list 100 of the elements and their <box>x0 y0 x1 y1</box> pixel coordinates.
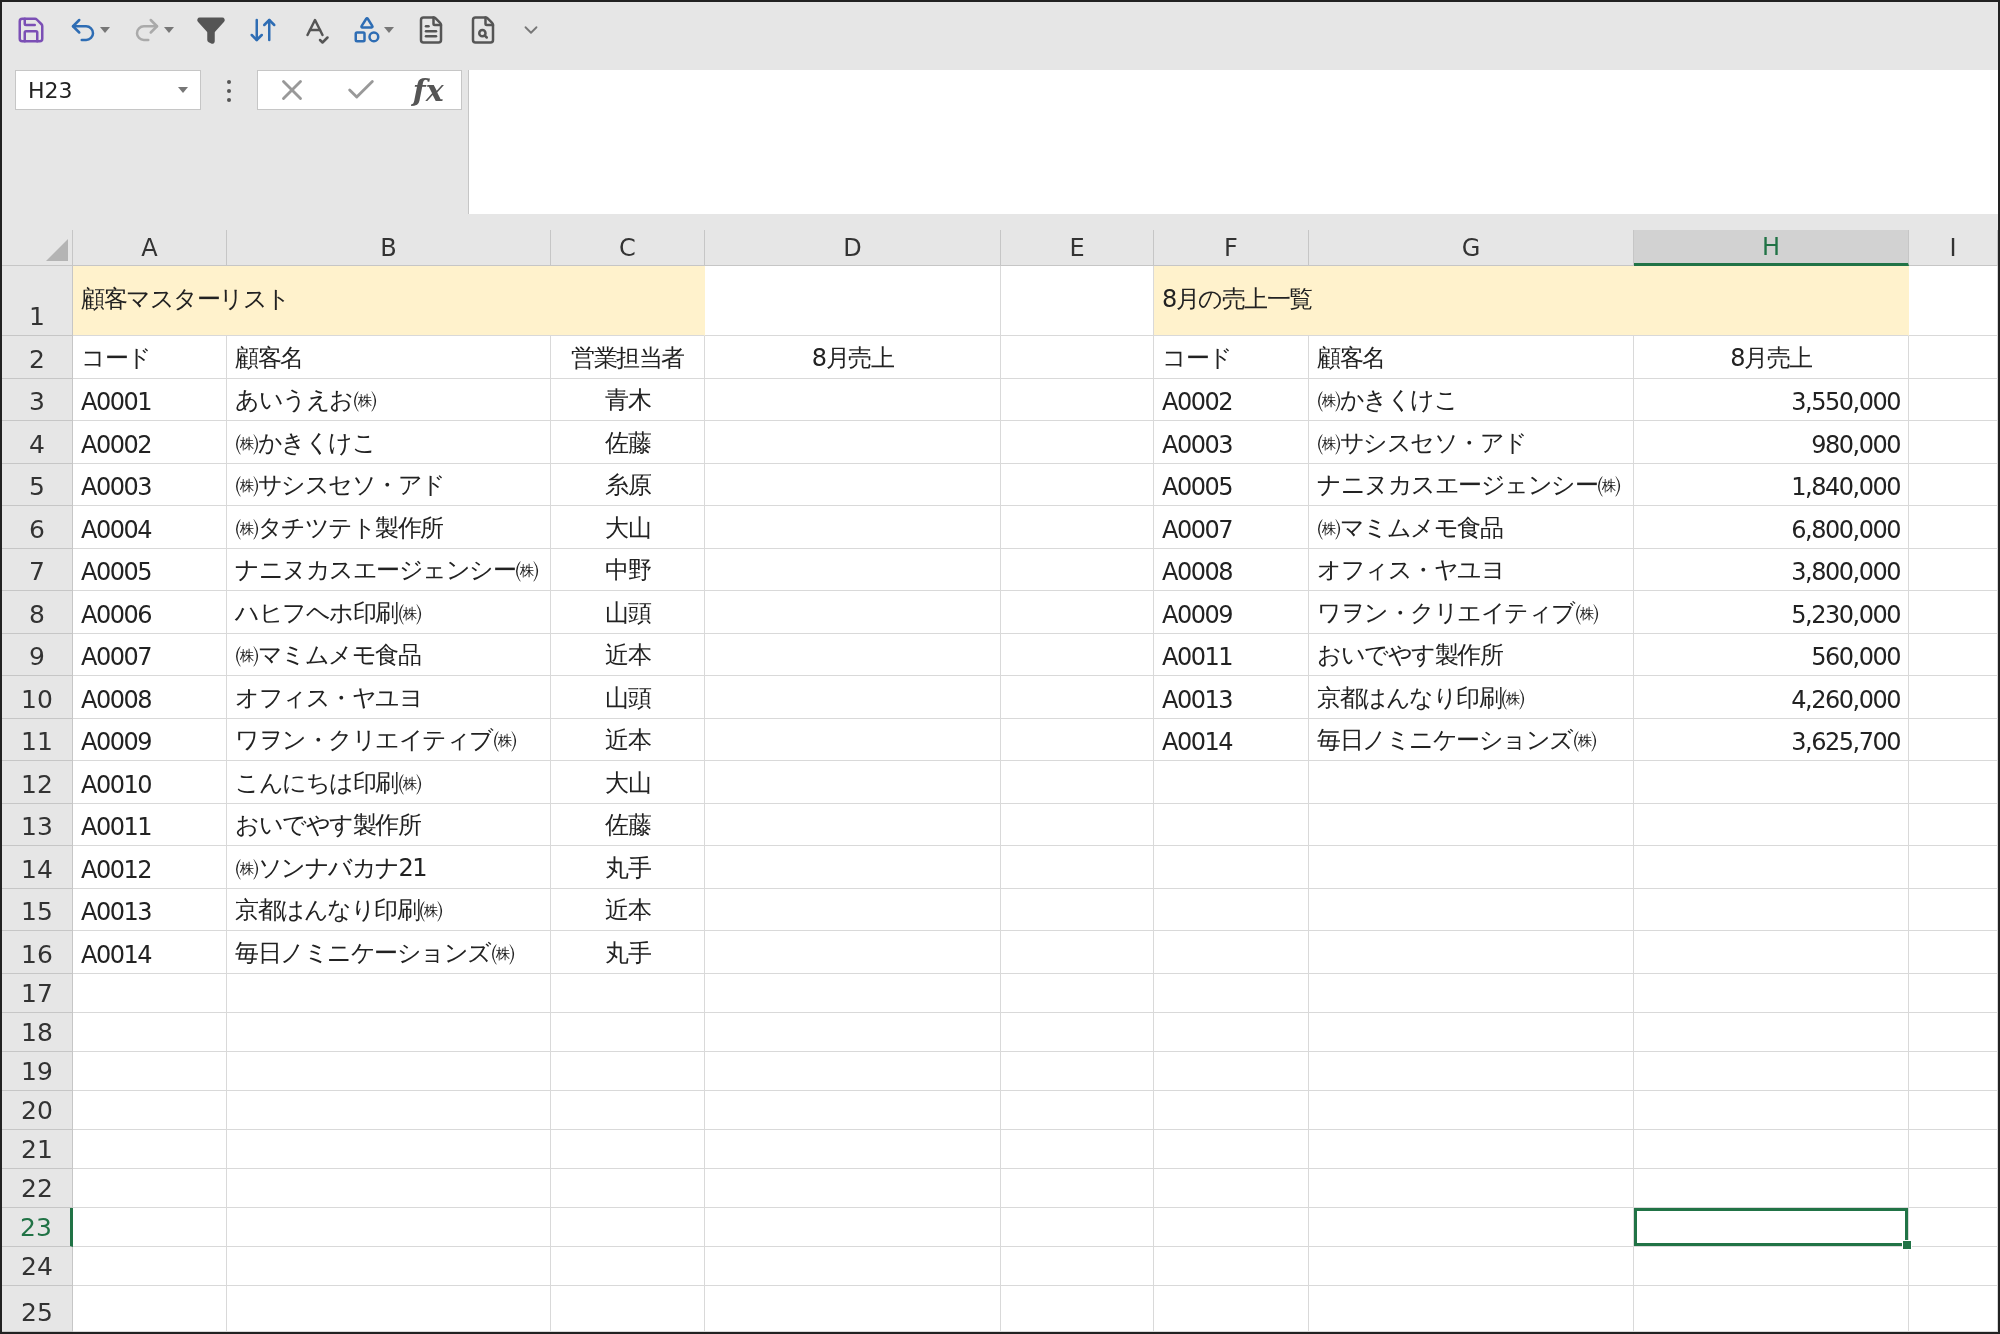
column-heading: 営業担当者 <box>551 336 705 379</box>
column-heading: 顧客名 <box>1309 336 1634 379</box>
table-cell: 佐藤 <box>551 421 705 464</box>
table-cell: A0003 <box>1154 421 1309 464</box>
table-cell: 大山 <box>551 506 705 549</box>
table-cell: A0014 <box>1154 718 1309 761</box>
table-cell: おいでやす製作所 <box>1309 633 1634 676</box>
column-header[interactable]: D <box>705 230 1001 266</box>
column-heading: コード <box>73 336 227 379</box>
row-header[interactable]: 4 <box>2 421 73 464</box>
table-cell: 近本 <box>551 718 705 761</box>
column-header[interactable]: B <box>227 230 551 266</box>
row-header[interactable]: 21 <box>2 1129 73 1169</box>
save-icon[interactable] <box>16 15 46 45</box>
row-header[interactable]: 23 <box>2 1207 73 1247</box>
table-cell: ナニヌカスエージェンシー㈱ <box>227 548 551 591</box>
row-header[interactable]: 11 <box>2 718 73 761</box>
table-cell: ㈱ソンナバカナ21 <box>227 846 551 889</box>
table-cell: A0005 <box>73 548 227 591</box>
column-heading: 8月売上 <box>1634 336 1909 379</box>
table-cell: A0004 <box>73 506 227 549</box>
column-header[interactable]: E <box>1001 230 1154 266</box>
table-cell: 6,800,000 <box>1634 506 1909 549</box>
table-cell: 毎日ノミニケーションズ㈱ <box>227 931 551 974</box>
caret-icon[interactable] <box>178 87 188 93</box>
table-cell: あいうえお㈱ <box>227 378 551 421</box>
row-header[interactable]: 17 <box>2 973 73 1013</box>
table-cell: A0007 <box>1154 506 1309 549</box>
row-header[interactable]: 16 <box>2 931 73 974</box>
table-cell: A0007 <box>73 633 227 676</box>
row-header[interactable]: 15 <box>2 888 73 931</box>
row-header[interactable]: 18 <box>2 1012 73 1052</box>
formula-input[interactable] <box>468 70 1998 214</box>
insert-function-button[interactable]: fx <box>412 72 444 108</box>
table-cell: A0005 <box>1154 463 1309 506</box>
table-cell: A0013 <box>73 888 227 931</box>
table-cell: 佐藤 <box>551 803 705 846</box>
table-cell: ㈱サシスセソ・アド <box>227 463 551 506</box>
fill-handle[interactable] <box>1902 1239 1912 1250</box>
row-header[interactable]: 24 <box>2 1246 73 1286</box>
table-cell: 京都はんなり印刷㈱ <box>227 888 551 931</box>
filter-icon[interactable] <box>196 15 226 45</box>
table-cell: A0003 <box>73 463 227 506</box>
column-header[interactable]: H <box>1634 230 1909 266</box>
table-cell: ㈱かきくけこ <box>1309 378 1634 421</box>
table-cell: ワヲン・クリエイティブ㈱ <box>1309 591 1634 634</box>
name-box[interactable]: H23 <box>15 70 201 110</box>
row-header[interactable]: 2 <box>2 336 73 379</box>
row-header[interactable]: 7 <box>2 548 73 591</box>
row-header[interactable]: 3 <box>2 378 73 421</box>
table-cell: A0008 <box>1154 548 1309 591</box>
table-cell: 京都はんなり印刷㈱ <box>1309 676 1634 719</box>
row-header[interactable]: 25 <box>2 1285 73 1332</box>
table-cell: オフィス・ヤユヨ <box>227 676 551 719</box>
column-header[interactable]: I <box>1909 230 1998 266</box>
table-title: 8月の売上一覧 <box>1154 266 1909 336</box>
table-cell: ㈱マミムメモ食品 <box>1309 506 1634 549</box>
table-cell: ㈱かきくけこ <box>227 421 551 464</box>
table-cell: 3,625,700 <box>1634 718 1909 761</box>
row-header[interactable]: 10 <box>2 676 73 719</box>
table-cell: A0013 <box>1154 676 1309 719</box>
table-cell: 5,230,000 <box>1634 591 1909 634</box>
row-header[interactable]: 19 <box>2 1051 73 1091</box>
table-cell: ㈱タチツテト製作所 <box>227 506 551 549</box>
row-header[interactable]: 6 <box>2 506 73 549</box>
table-cell: A0002 <box>73 421 227 464</box>
table-cell: 中野 <box>551 548 705 591</box>
table-cell: A0011 <box>73 803 227 846</box>
row-header[interactable]: 13 <box>2 803 73 846</box>
table-cell: ハヒフヘホ印刷㈱ <box>227 591 551 634</box>
row-header[interactable]: 20 <box>2 1090 73 1130</box>
column-header[interactable]: C <box>551 230 705 266</box>
table-cell: 山頭 <box>551 676 705 719</box>
row-header[interactable]: 9 <box>2 633 73 676</box>
table-cell: 560,000 <box>1634 633 1909 676</box>
table-cell: 近本 <box>551 633 705 676</box>
table-cell: こんにちは印刷㈱ <box>227 761 551 804</box>
column-heading: 顧客名 <box>227 336 551 379</box>
table-cell: A0014 <box>73 931 227 974</box>
table-cell: 山頭 <box>551 591 705 634</box>
column-heading: 8月売上 <box>705 336 1001 379</box>
row-header[interactable]: 12 <box>2 761 73 804</box>
row-header[interactable]: 5 <box>2 463 73 506</box>
table-cell: 丸手 <box>551 931 705 974</box>
table-cell: ナニヌカスエージェンシー㈱ <box>1309 463 1634 506</box>
table-cell: 青木 <box>551 378 705 421</box>
selected-cell[interactable] <box>1634 1207 1909 1247</box>
column-header[interactable]: A <box>73 230 227 266</box>
row-header[interactable]: 8 <box>2 591 73 634</box>
table-cell: ㈱マミムメモ食品 <box>227 633 551 676</box>
table-cell: 毎日ノミニケーションズ㈱ <box>1309 718 1634 761</box>
column-heading: コード <box>1154 336 1309 379</box>
column-header[interactable]: G <box>1309 230 1634 266</box>
row-header[interactable]: 22 <box>2 1168 73 1208</box>
row-header[interactable]: 14 <box>2 846 73 889</box>
row-header[interactable]: 1 <box>2 266 73 336</box>
table-cell: A0002 <box>1154 378 1309 421</box>
column-header[interactable]: F <box>1154 230 1309 266</box>
shapes-button[interactable] <box>352 15 394 45</box>
table-cell: 1,840,000 <box>1634 463 1909 506</box>
